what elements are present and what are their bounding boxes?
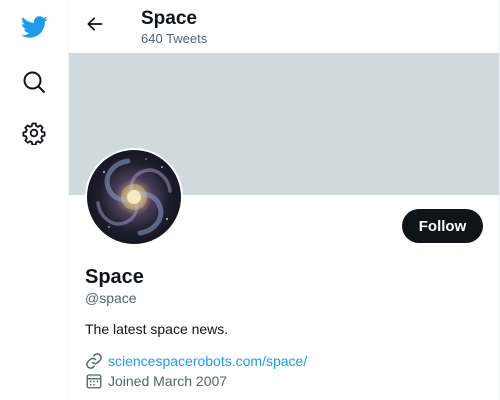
twitter-profile-page: Space 640 Tweets Follow Space @space The… [0,0,500,400]
joined-row: Joined March 2007 [85,372,227,390]
profile-header: Space 640 Tweets [69,0,499,53]
website-link[interactable]: sciencespacerobots.com/space/ [108,353,307,370]
back-button[interactable] [81,12,109,40]
header-title: Space [141,8,197,29]
user-handle: @space [85,290,137,306]
avatar[interactable] [85,148,183,246]
follow-button[interactable]: Follow [402,209,483,243]
spiral-galaxy-image [96,158,172,236]
gear-icon [22,121,46,145]
link-icon [85,352,103,370]
profile-bio: The latest space news. [85,321,229,337]
search-icon [22,70,46,94]
website-row: sciencespacerobots.com/space/ [85,352,307,370]
home-logo-button[interactable] [14,7,54,47]
calendar-icon [85,372,103,390]
explore-search-button[interactable] [14,62,54,102]
back-arrow-icon [85,14,105,39]
settings-button[interactable] [14,113,54,153]
twitter-bird-icon [20,13,48,41]
left-nav-rail [0,0,69,400]
joined-date: Joined March 2007 [108,372,228,389]
tweet-count: 640 Tweets [141,31,208,46]
profile-main-column: Space 640 Tweets Follow Space @space The… [69,0,500,400]
display-name: Space [85,266,144,288]
